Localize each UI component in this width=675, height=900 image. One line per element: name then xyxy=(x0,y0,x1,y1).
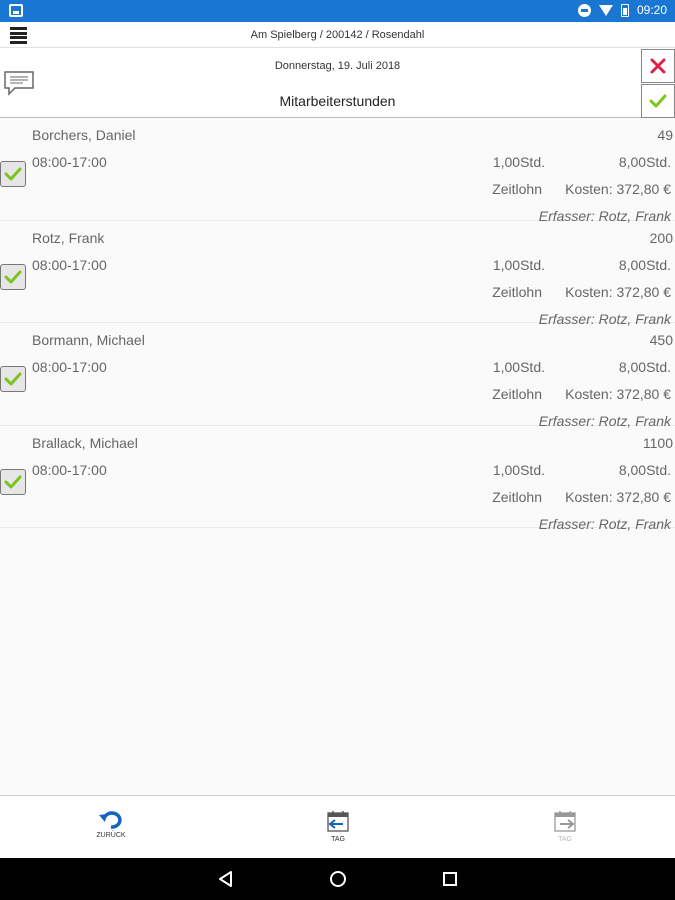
notification-app-icon xyxy=(9,4,23,17)
list-item[interactable]: Borchers, Daniel 49 08:00-17:00 1,00Std.… xyxy=(0,118,675,224)
battery-icon xyxy=(620,3,629,17)
recorder: Erfasser: Rotz, Frank xyxy=(538,515,671,532)
entry-checkbox[interactable] xyxy=(0,161,26,187)
confirm-button[interactable] xyxy=(641,84,675,118)
home-nav-icon[interactable] xyxy=(328,869,348,889)
android-nav-bar xyxy=(0,858,675,900)
work-time: 08:00-17:00 xyxy=(32,461,107,478)
work-time: 08:00-17:00 xyxy=(32,359,107,375)
employee-number: 1100 xyxy=(642,434,673,451)
cost: Kosten: 372,80 € xyxy=(565,283,671,300)
wage-type: Zeitlohn xyxy=(492,386,542,402)
wage-type: Zeitlohn xyxy=(492,488,542,505)
employee-number: 450 xyxy=(649,332,673,348)
date-label: Donnerstag, 19. Juli 2018 xyxy=(274,60,401,72)
page-title: Mitarbeiterstunden xyxy=(279,93,396,109)
list-item[interactable]: Brallack, Michael 1100 08:00-17:00 1,00S… xyxy=(0,426,675,532)
breadcrumb: Am Spielberg / 200142 / Rosendahl xyxy=(250,29,425,41)
list-item[interactable]: Rotz, Frank 200 08:00-17:00 1,00Std. 8,0… xyxy=(0,221,675,327)
work-time: 08:00-17:00 xyxy=(32,154,107,170)
employee-name: Rotz, Frank xyxy=(32,229,105,246)
employee-number: 49 xyxy=(657,127,673,143)
employee-hours-list: Borchers, Daniel 49 08:00-17:00 1,00Std.… xyxy=(0,118,675,532)
calendar-next-icon xyxy=(554,811,576,832)
hours-value: 1,00Std. xyxy=(492,256,545,273)
do-not-disturb-icon xyxy=(577,3,591,17)
back-nav-icon[interactable] xyxy=(216,869,236,889)
total-hours: 8,00Std. xyxy=(618,256,671,273)
status-time: 09:20 xyxy=(636,3,667,17)
check-icon xyxy=(649,94,667,108)
total-hours: 8,00Std. xyxy=(618,154,671,170)
wage-type: Zeitlohn xyxy=(492,283,542,300)
check-icon xyxy=(4,270,22,283)
top-bar: Am Spielberg / 200142 / Rosendahl xyxy=(0,22,675,48)
entry-checkbox[interactable] xyxy=(0,468,26,495)
check-icon xyxy=(4,167,22,181)
employee-name: Brallack, Michael xyxy=(32,434,138,451)
hours-value: 1,00Std. xyxy=(492,359,545,375)
check-icon xyxy=(4,372,22,386)
cost: Kosten: 372,80 € xyxy=(565,386,671,402)
cancel-button[interactable] xyxy=(641,49,675,83)
total-hours: 8,00Std. xyxy=(618,461,671,478)
list-item[interactable]: Bormann, Michael 450 08:00-17:00 1,00Std… xyxy=(0,323,675,429)
previous-day-button[interactable]: TAG xyxy=(308,810,368,843)
entry-checkbox[interactable] xyxy=(0,263,26,290)
next-day-label: TAG xyxy=(558,836,572,843)
bottom-nav: ZURÜCK TAG TAG xyxy=(0,795,675,858)
hours-value: 1,00Std. xyxy=(492,461,545,478)
employee-name: Bormann, Michael xyxy=(32,332,145,348)
hours-value: 1,00Std. xyxy=(492,154,545,170)
status-bar: 09:20 xyxy=(0,0,675,22)
employee-name: Borchers, Daniel xyxy=(32,127,136,143)
system-icons: 09:20 xyxy=(577,3,667,17)
close-icon xyxy=(650,58,666,74)
employee-number: 200 xyxy=(649,229,673,246)
next-day-button[interactable]: TAG xyxy=(535,810,595,843)
total-hours: 8,00Std. xyxy=(618,359,671,375)
wage-type: Zeitlohn xyxy=(492,181,542,197)
previous-day-label: TAG xyxy=(331,836,345,843)
recents-nav-icon[interactable] xyxy=(440,869,460,889)
cost: Kosten: 372,80 € xyxy=(565,488,671,505)
undo-icon xyxy=(99,811,122,829)
back-label: ZURÜCK xyxy=(96,832,126,839)
entry-checkbox[interactable] xyxy=(0,366,26,392)
page-header: Donnerstag, 19. Juli 2018 Mitarbeiterstu… xyxy=(0,48,675,118)
calendar-prev-icon xyxy=(327,811,349,832)
work-time: 08:00-17:00 xyxy=(32,256,107,273)
cost: Kosten: 372,80 € xyxy=(565,181,671,197)
back-button[interactable]: ZURÜCK xyxy=(81,810,141,839)
check-icon xyxy=(4,475,22,488)
wifi-icon xyxy=(598,4,613,16)
